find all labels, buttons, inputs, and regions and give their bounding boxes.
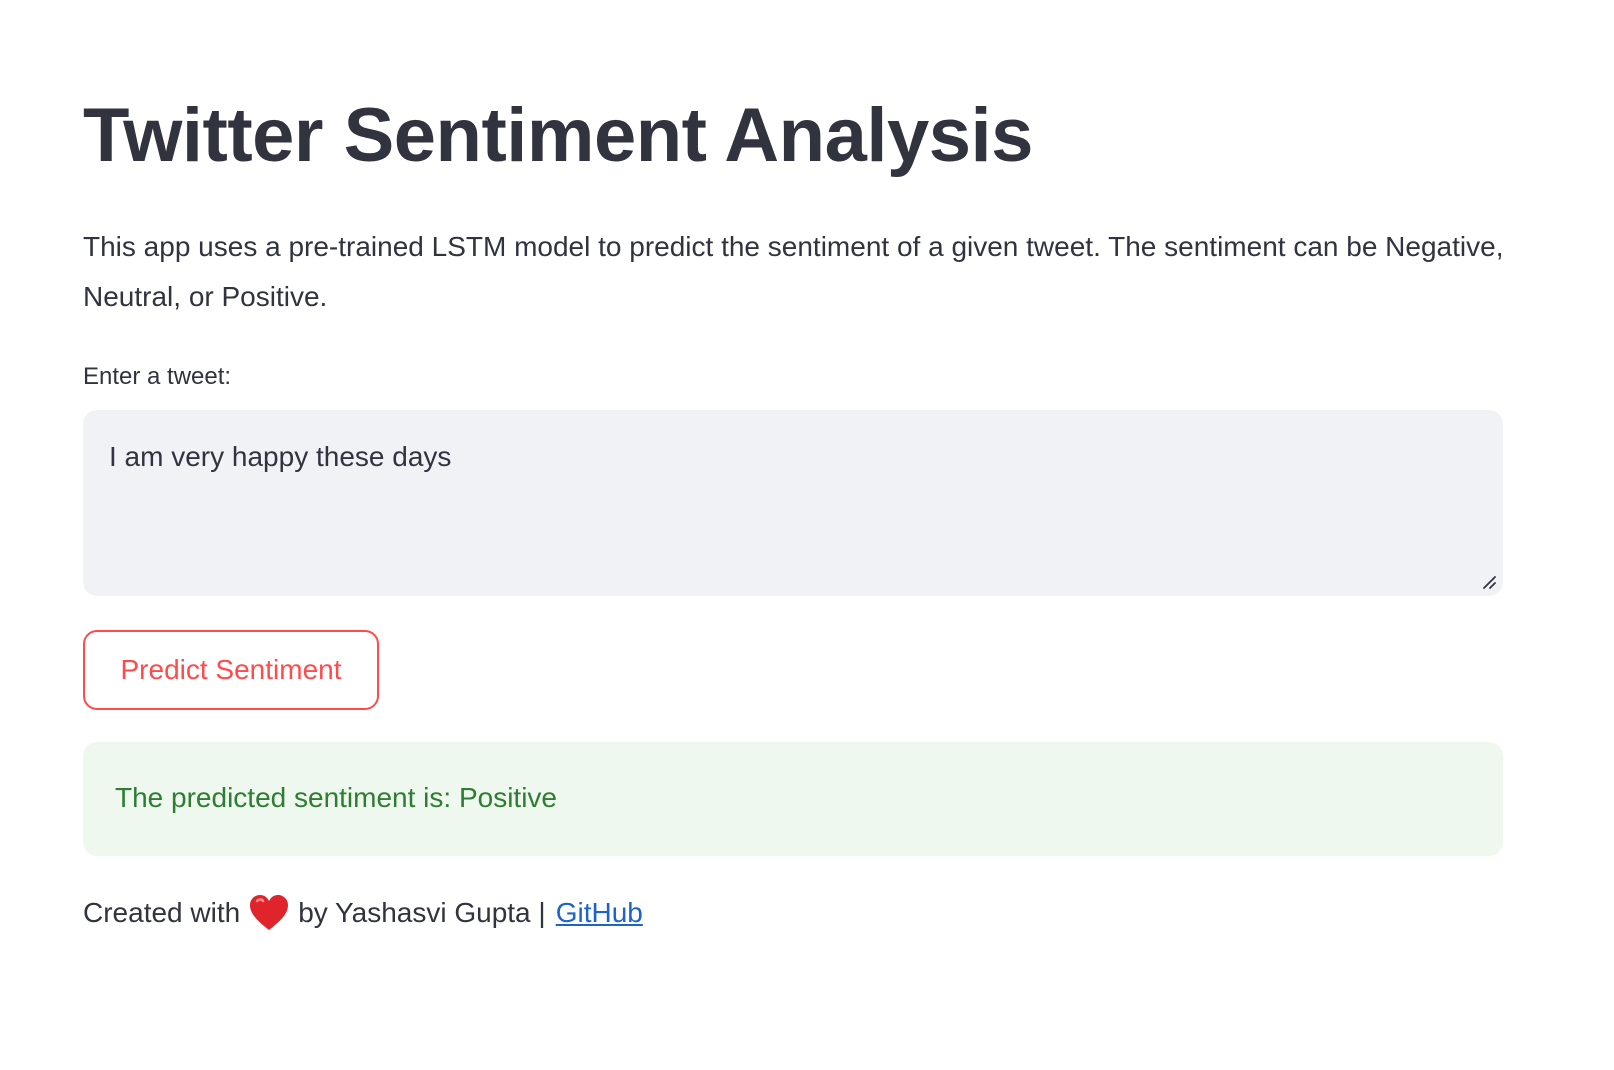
footer: Created with by Yashasvi Gupta | GitHub xyxy=(83,893,643,933)
predict-sentiment-button[interactable]: Predict Sentiment xyxy=(83,630,379,710)
resize-handle-icon[interactable] xyxy=(1481,574,1497,590)
result-alert: The predicted sentiment is: Positive xyxy=(83,742,1503,856)
heart-icon xyxy=(250,895,289,930)
footer-prefix: Created with xyxy=(83,897,241,928)
page-title: Twitter Sentiment Analysis xyxy=(83,93,1033,178)
tweet-textarea-value[interactable]: I am very happy these days xyxy=(109,440,451,474)
tweet-input-label: Enter a tweet: xyxy=(83,363,232,390)
tweet-textarea[interactable]: I am very happy these days xyxy=(83,410,1503,596)
footer-suffix: by Yashasvi Gupta | xyxy=(298,897,546,928)
app-description: This app uses a pre-trained LSTM model t… xyxy=(83,231,1504,312)
result-text: The predicted sentiment is: Positive xyxy=(115,782,557,813)
github-link[interactable]: GitHub xyxy=(556,893,643,933)
